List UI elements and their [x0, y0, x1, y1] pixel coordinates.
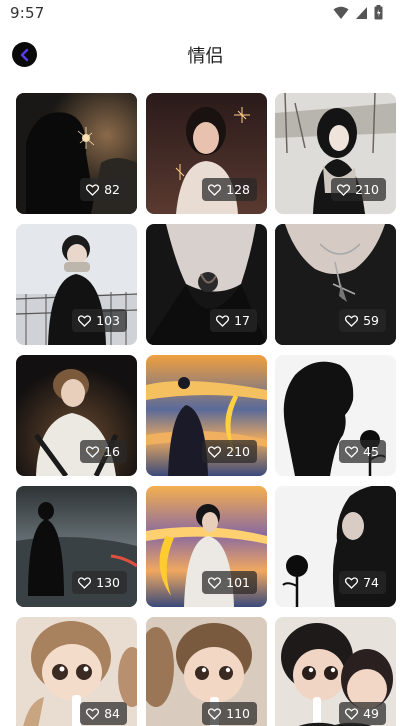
- like-count-badge[interactable]: 210: [202, 440, 257, 463]
- grid-item[interactable]: 130: [16, 486, 137, 607]
- heart-outline-icon: [86, 445, 100, 458]
- grid-item[interactable]: 74: [275, 486, 396, 607]
- heart-outline-icon: [78, 314, 92, 327]
- heart-outline-icon: [78, 576, 92, 589]
- grid-item[interactable]: 101: [146, 486, 267, 607]
- like-count-badge[interactable]: 17: [210, 309, 257, 332]
- like-count-badge[interactable]: 128: [202, 178, 257, 201]
- heart-outline-icon: [345, 576, 359, 589]
- like-count: 101: [226, 575, 250, 590]
- grid-item[interactable]: 82: [16, 93, 137, 214]
- grid-item[interactable]: 17: [146, 224, 267, 345]
- like-count: 130: [96, 575, 120, 590]
- like-count-badge[interactable]: 101: [202, 571, 257, 594]
- like-count: 59: [363, 313, 379, 328]
- signal-icon: [356, 6, 367, 19]
- heart-outline-icon: [208, 183, 222, 196]
- like-count-badge[interactable]: 110: [202, 702, 257, 725]
- like-count: 74: [363, 575, 379, 590]
- like-count: 82: [104, 182, 120, 197]
- grid-item[interactable]: 103: [16, 224, 137, 345]
- heart-outline-icon: [337, 183, 351, 196]
- app-header: 情侣: [0, 28, 411, 82]
- like-count-badge[interactable]: 82: [80, 178, 127, 201]
- like-count-badge[interactable]: 74: [339, 571, 386, 594]
- like-count-badge[interactable]: 130: [72, 571, 127, 594]
- page-title: 情侣: [187, 46, 224, 67]
- wifi-icon: [333, 6, 349, 19]
- like-count-badge[interactable]: 59: [339, 309, 386, 332]
- grid-item[interactable]: 16: [16, 355, 137, 476]
- status-bar: 9:57: [0, 0, 411, 28]
- like-count-badge[interactable]: 103: [72, 309, 127, 332]
- like-count: 49: [363, 706, 379, 721]
- grid-item[interactable]: 45: [275, 355, 396, 476]
- grid-item[interactable]: 59: [275, 224, 396, 345]
- heart-outline-icon: [208, 576, 222, 589]
- grid-item[interactable]: 210: [146, 355, 267, 476]
- heart-outline-icon: [345, 707, 359, 720]
- heart-outline-icon: [86, 707, 100, 720]
- heart-outline-icon: [208, 707, 222, 720]
- grid-item[interactable]: 210: [275, 93, 396, 214]
- like-count-badge[interactable]: 45: [339, 440, 386, 463]
- status-time: 9:57: [10, 4, 45, 22]
- like-count: 16: [104, 444, 120, 459]
- like-count-badge[interactable]: 84: [80, 702, 127, 725]
- like-count: 45: [363, 444, 379, 459]
- heart-outline-icon: [208, 445, 222, 458]
- battery-icon: [374, 5, 383, 20]
- like-count: 210: [355, 182, 379, 197]
- like-count: 103: [96, 313, 120, 328]
- image-grid: 82 128 210 103 17 59 16 210 45 130 101 7…: [16, 93, 396, 726]
- grid-item[interactable]: 49: [275, 617, 396, 726]
- heart-outline-icon: [216, 314, 230, 327]
- heart-outline-icon: [345, 314, 359, 327]
- like-count-badge[interactable]: 210: [331, 178, 386, 201]
- like-count: 128: [226, 182, 250, 197]
- heart-outline-icon: [345, 445, 359, 458]
- like-count: 210: [226, 444, 250, 459]
- grid-item[interactable]: 128: [146, 93, 267, 214]
- like-count: 110: [226, 706, 250, 721]
- heart-outline-icon: [86, 183, 100, 196]
- like-count: 17: [234, 313, 250, 328]
- grid-item[interactable]: 84: [16, 617, 137, 726]
- like-count-badge[interactable]: 16: [80, 440, 127, 463]
- grid-item[interactable]: 110: [146, 617, 267, 726]
- like-count-badge[interactable]: 49: [339, 702, 386, 725]
- status-icons: [333, 5, 383, 20]
- like-count: 84: [104, 706, 120, 721]
